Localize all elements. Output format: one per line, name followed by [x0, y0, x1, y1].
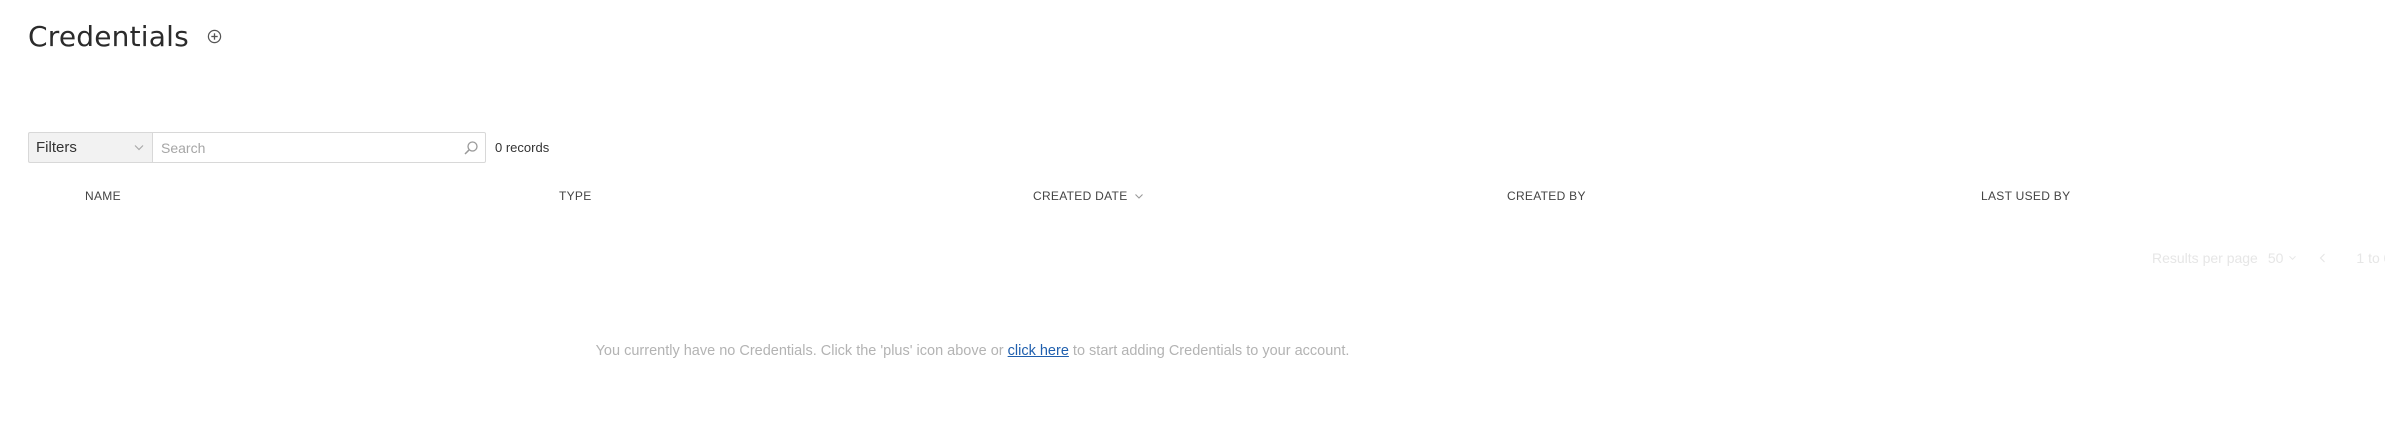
- filter-toolbar: Filters 0 records: [28, 132, 549, 163]
- column-header-label: LAST USED BY: [1981, 189, 2071, 203]
- add-credentials-link[interactable]: click here: [1008, 343, 1069, 359]
- per-page-select[interactable]: 50: [2268, 250, 2284, 266]
- search-input[interactable]: [153, 133, 457, 162]
- empty-state-text-end: to start adding Credentials to your acco…: [1068, 343, 1350, 359]
- column-header-label: CREATED DATE: [1033, 189, 1128, 203]
- pagination: Results per page 50 1 to 0: [2152, 250, 2385, 266]
- empty-state-message: You currently have no Credentials. Click…: [0, 343, 1945, 359]
- search-button[interactable]: [457, 133, 485, 162]
- records-count: 0 records: [495, 140, 550, 155]
- column-header-name[interactable]: NAME: [85, 189, 121, 203]
- chevron-down-icon: [134, 145, 144, 151]
- empty-state-text: You currently have no Credentials. Click…: [595, 343, 1008, 359]
- add-credential-button[interactable]: [207, 29, 223, 45]
- pagination-range: 1 to 0: [2356, 250, 2385, 266]
- column-header-created-by[interactable]: CREATED BY: [1507, 189, 1586, 203]
- page-title: Credentials: [28, 20, 189, 53]
- results-per-page-label: Results per page: [2152, 250, 2258, 266]
- column-header-created-date[interactable]: CREATED DATE: [1033, 189, 1144, 203]
- chevron-left-icon[interactable]: [2319, 253, 2326, 263]
- chevron-down-icon: [2289, 255, 2297, 260]
- plus-circle-icon[interactable]: [207, 29, 222, 44]
- column-header-label: NAME: [85, 189, 121, 203]
- page-header: Credentials: [28, 20, 223, 53]
- column-header-last-used-by[interactable]: LAST USED BY: [1981, 189, 2070, 203]
- magnifier-icon: [464, 140, 478, 155]
- column-header-label: CREATED BY: [1507, 189, 1586, 203]
- sort-chevron-down-icon: [1134, 193, 1143, 199]
- filters-label: Filters: [36, 139, 77, 156]
- column-header-type[interactable]: TYPE: [559, 189, 592, 203]
- search-box: [152, 132, 486, 163]
- filters-dropdown[interactable]: Filters: [28, 132, 152, 163]
- column-header-label: TYPE: [559, 189, 592, 203]
- credentials-page: Credentials Filters 0 record: [0, 0, 2385, 425]
